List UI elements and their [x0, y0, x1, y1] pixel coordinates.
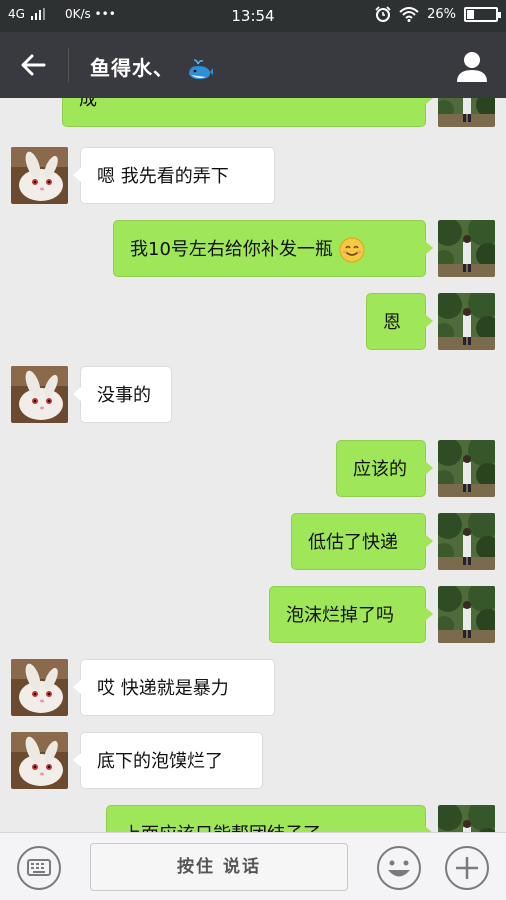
my-avatar[interactable] [438, 586, 495, 643]
whale-emoji-icon [188, 58, 213, 79]
my-avatar[interactable] [438, 293, 495, 350]
message-row: 恩 [0, 293, 506, 350]
message-row: 嗯 我先看的弄下 [0, 147, 506, 204]
sent-message-bubble[interactable]: 恩 [366, 293, 433, 350]
chat-screen: 4G 0K/s ••• 13:54 26% 鱼得水、 成 嗯 我先看的弄下 我1… [0, 0, 506, 900]
received-message-bubble[interactable]: 嗯 我先看的弄下 [73, 147, 275, 204]
message-text: 上面应该只能帮团结子了 [123, 824, 321, 832]
battery-icon [464, 6, 501, 22]
hold-to-talk-button[interactable]: 按住 说话 [90, 843, 348, 891]
keyboard-icon[interactable] [16, 845, 62, 891]
message-text: 嗯 我先看的弄下 [97, 166, 229, 187]
status-bar: 4G 0K/s ••• 13:54 26% [0, 0, 506, 32]
message-row: 应该的 [0, 440, 506, 497]
message-row: 泡沫烂掉了吗 [0, 586, 506, 643]
message-text: 恩 [383, 312, 401, 333]
sent-message-bubble[interactable]: 泡沫烂掉了吗 [269, 586, 433, 643]
wifi-icon [399, 6, 419, 22]
sent-message-bubble[interactable]: 应该的 [336, 440, 433, 497]
message-row: 上面应该只能帮团结子了 [0, 805, 506, 832]
battery-percent: 26% [427, 6, 456, 22]
profile-icon[interactable] [454, 48, 490, 84]
my-avatar[interactable] [438, 805, 495, 832]
title-divider [68, 48, 69, 82]
message-row: 低估了快递 [0, 513, 506, 570]
message-row: 我10号左右给你补发一瓶 [0, 220, 506, 277]
chat-title: 鱼得水、 [90, 52, 214, 82]
title-bar: 鱼得水、 [0, 32, 506, 98]
message-text: 我10号左右给你补发一瓶 [130, 239, 333, 260]
message-row: 没事的 [0, 366, 506, 423]
my-avatar[interactable] [438, 98, 495, 127]
message-text: 没事的 [97, 385, 151, 406]
message-text: 低估了快递 [308, 532, 398, 553]
sent-message-bubble[interactable]: 成 [62, 98, 433, 127]
contact-name: 鱼得水、 [90, 56, 174, 80]
contact-avatar[interactable] [11, 732, 68, 789]
message-row: 成 [0, 98, 506, 127]
contact-avatar[interactable] [11, 147, 68, 204]
received-message-bubble[interactable]: 哎 快递就是暴力 [73, 659, 275, 716]
message-text: 泡沫烂掉了吗 [286, 605, 394, 626]
message-list[interactable]: 成嗯 我先看的弄下我10号左右给你补发一瓶恩没事的应该的低估了快递泡沫烂掉了吗哎… [0, 98, 506, 832]
my-avatar[interactable] [438, 440, 495, 497]
message-text: 哎 快递就是暴力 [97, 678, 229, 699]
emoji-icon[interactable] [376, 845, 422, 891]
message-row: 底下的泡馍烂了 [0, 732, 506, 789]
alarm-icon [375, 6, 391, 22]
input-bar: 按住 说话 [0, 832, 506, 900]
message-text: 应该的 [353, 459, 407, 480]
my-avatar[interactable] [438, 513, 495, 570]
contact-avatar[interactable] [11, 366, 68, 423]
received-message-bubble[interactable]: 底下的泡馍烂了 [73, 732, 263, 789]
received-message-bubble[interactable]: 没事的 [73, 366, 172, 423]
smile-emoji-icon [339, 237, 365, 263]
contact-avatar[interactable] [11, 659, 68, 716]
message-row: 哎 快递就是暴力 [0, 659, 506, 716]
plus-icon[interactable] [444, 845, 490, 891]
sent-message-bubble[interactable]: 低估了快递 [291, 513, 433, 570]
message-text: 底下的泡馍烂了 [97, 751, 223, 772]
message-text: 成 [79, 98, 97, 110]
sent-message-bubble[interactable]: 上面应该只能帮团结子了 [106, 805, 433, 832]
my-avatar[interactable] [438, 220, 495, 277]
sent-message-bubble[interactable]: 我10号左右给你补发一瓶 [113, 220, 433, 277]
back-arrow-icon[interactable] [14, 48, 54, 82]
